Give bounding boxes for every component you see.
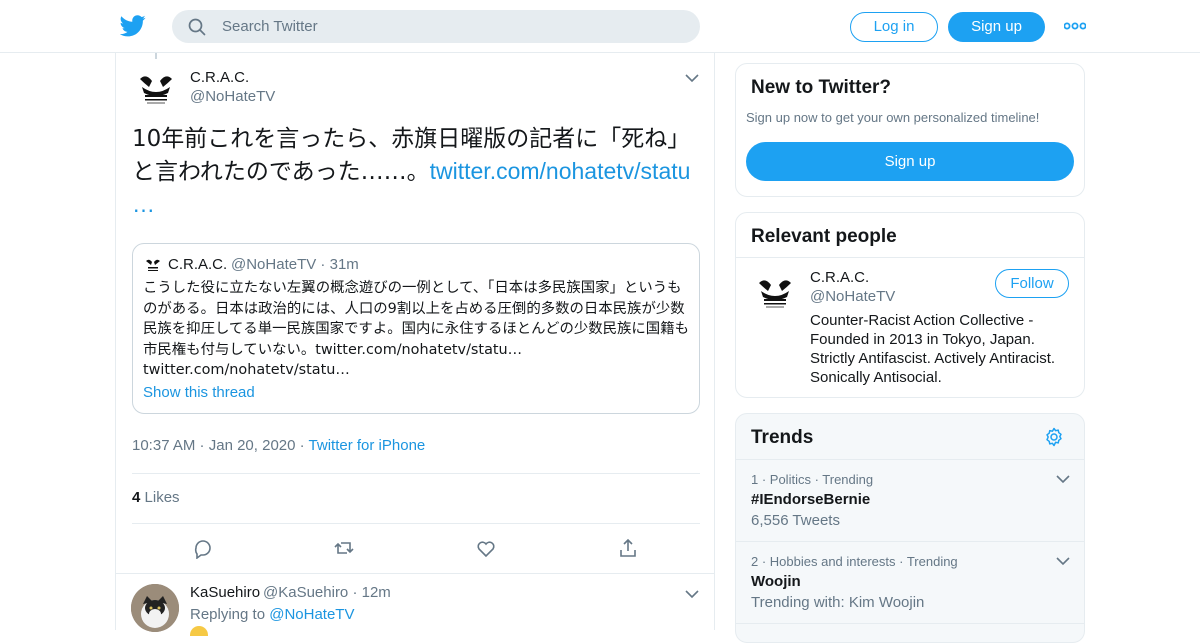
card-title: Relevant people <box>751 226 897 247</box>
divider <box>736 257 1084 258</box>
card-title: New to Twitter? <box>751 77 892 98</box>
crac-logo-icon <box>140 76 172 104</box>
avatar[interactable] <box>132 65 180 113</box>
more-options-icon[interactable] <box>1064 18 1086 34</box>
trend-name: #IEndorseBernie <box>751 491 871 508</box>
reply-tweet[interactable]: KaSuehiro @KaSuehiro · 12m Replying to @… <box>116 573 714 636</box>
divider <box>132 523 700 524</box>
replying-to-handle[interactable]: @NoHateTV <box>269 606 354 623</box>
author-handle[interactable]: @NoHateTV <box>190 88 275 105</box>
trends-card: Trends 1 · Politics · Trending #IEndorse… <box>735 413 1085 643</box>
tweet-date[interactable]: Jan 20, 2020 <box>209 437 296 454</box>
reply-author-meta: @KaSuehiro · 12m <box>263 584 391 601</box>
share-icon[interactable] <box>617 537 639 559</box>
follow-button[interactable]: Follow <box>995 269 1069 298</box>
like-icon[interactable] <box>475 537 497 559</box>
author-name[interactable]: C.R.A.C. <box>190 69 249 86</box>
tweet-time[interactable]: 10:37 AM <box>132 437 195 454</box>
avatar[interactable] <box>131 584 179 632</box>
reply-author-name[interactable]: KaSuehiro <box>190 584 260 601</box>
tweet-source[interactable]: Twitter for iPhone <box>309 437 426 454</box>
signup-button[interactable]: Sign up <box>746 142 1074 181</box>
trend-context: 2 · Hobbies and interests · Trending <box>751 554 958 569</box>
trend-item[interactable]: 2 · Hobbies and interests · Trending Woo… <box>736 541 1084 623</box>
person-name[interactable]: C.R.A.C. <box>810 269 869 286</box>
new-to-twitter-card: New to Twitter? Sign up now to get your … <box>735 63 1085 197</box>
top-navigation-bar: Log in Sign up <box>0 0 1200 53</box>
quoted-author-name: C.R.A.C. <box>168 256 228 273</box>
reply-icon[interactable] <box>192 537 214 559</box>
search-input[interactable] <box>222 10 682 43</box>
tweet-detail-column: C.R.A.C. @NoHateTV 10年前これを言ったら、赤旗日曜版の記者に… <box>115 53 715 636</box>
tweet-metadata: 10:37 AM · Jan 20, 2020 · Twitter for iP… <box>132 437 426 454</box>
tweet-link[interactable]: twitter.com/nohatetv/statu <box>430 158 691 184</box>
likes-label: Likes <box>144 489 180 506</box>
tweet-link-ellipsis[interactable]: … <box>132 191 155 217</box>
login-button[interactable]: Log in <box>850 12 938 42</box>
likes-number: 4 <box>132 489 141 506</box>
quoted-tweet-link: twitter.com/nohatetv/statu… <box>143 362 350 378</box>
trend-context: 1 · Politics · Trending <box>751 472 874 487</box>
quoted-tweet[interactable]: C.R.A.C. @NoHateTV · 31m こうした役に立たない左翼の概念… <box>132 243 700 414</box>
card-subtitle: Sign up now to get your own personalized… <box>746 110 1040 125</box>
crac-logo-icon <box>759 280 791 308</box>
chevron-down-icon[interactable] <box>1056 556 1070 566</box>
show-thread-link[interactable]: Show this thread <box>143 384 255 401</box>
tweet-text: 10年前これを言ったら、赤旗日曜版の記者に「死ね」と言われたのであった……。tw… <box>132 123 702 221</box>
relevant-people-card: Relevant people C.R.A.C. @NoHateTV Follo… <box>735 212 1085 398</box>
chevron-down-icon[interactable] <box>685 73 699 83</box>
quoted-tweet-body: こうした役に立たない左翼の概念遊びの一例として、「日本は多民族国家」というものが… <box>143 280 689 358</box>
chevron-down-icon[interactable] <box>685 589 699 599</box>
quoted-tweet-text: こうした役に立たない左翼の概念遊びの一例として、「日本は多民族国家」というものが… <box>143 278 691 381</box>
twitter-bird-icon[interactable] <box>120 14 146 38</box>
thread-connector-line <box>155 53 157 59</box>
reply-age[interactable]: 12m <box>362 584 391 601</box>
chevron-down-icon[interactable] <box>1056 474 1070 484</box>
avatar[interactable] <box>751 269 799 317</box>
emoji-icon <box>190 626 208 636</box>
trend-name: Woojin <box>751 573 801 590</box>
person-bio: Counter-Racist Action Collective - Found… <box>810 312 1056 386</box>
divider <box>132 473 700 474</box>
cat-photo-icon <box>131 584 179 632</box>
replying-to-prefix: Replying to <box>190 606 266 623</box>
search-icon <box>188 18 206 36</box>
reply-author-handle[interactable]: @KaSuehiro <box>263 584 348 601</box>
avatar <box>146 259 160 271</box>
trend-related: Trending with: Kim Woojin <box>751 594 925 611</box>
trend-tweet-count: 6,556 Tweets <box>751 512 840 529</box>
person-handle[interactable]: @NoHateTV <box>810 288 895 305</box>
quoted-author-meta: @NoHateTV · 31m <box>231 256 359 273</box>
card-title: Trends <box>751 427 814 448</box>
quoted-author-handle: @NoHateTV <box>231 256 317 273</box>
retweet-icon[interactable] <box>333 537 355 559</box>
gear-icon[interactable] <box>1044 427 1064 447</box>
signup-button[interactable]: Sign up <box>948 12 1045 42</box>
likes-count[interactable]: 4 Likes <box>132 489 180 506</box>
search-bar[interactable] <box>172 10 700 43</box>
trend-item[interactable] <box>736 623 1084 642</box>
quoted-tweet-age: 31m <box>329 256 359 273</box>
replying-to: Replying to @NoHateTV <box>190 606 354 623</box>
trend-item[interactable]: 1 · Politics · Trending #IEndorseBernie … <box>736 459 1084 541</box>
